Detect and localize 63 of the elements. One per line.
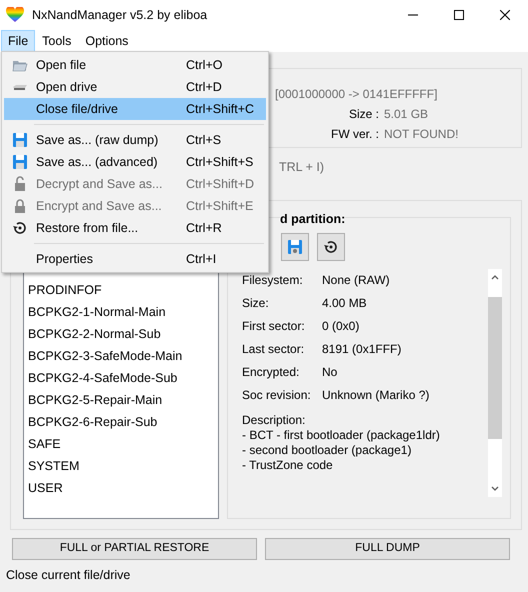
description-line: - BCT - first bootloader (package1ldr): [242, 428, 441, 443]
drive-icon: [12, 84, 28, 90]
save-button[interactable]: [281, 232, 309, 261]
menu-item[interactable]: Save as... (advanced) Ctrl+Shift+S: [4, 151, 266, 173]
minimize-icon[interactable]: [408, 14, 418, 16]
detail-value: No: [322, 364, 338, 382]
detail-value: 0 (0x0): [322, 318, 360, 336]
partition-item[interactable]: BCPKG2-6-Repair-Sub: [24, 411, 218, 433]
save-icon: [12, 132, 28, 148]
partition-item[interactable]: SYSTEM: [24, 455, 218, 477]
partition-item[interactable]: BCPKG2-1-Normal-Main: [24, 301, 218, 323]
padlock-icon: [12, 198, 28, 214]
restore-icon: [323, 238, 339, 255]
menu-item[interactable]: Restore from file... Ctrl+R: [4, 217, 266, 239]
menu-item[interactable]: Open file Ctrl+O: [4, 54, 266, 76]
detail-label: Last sector:: [242, 341, 306, 358]
detail-value: Unknown (Mariko ?): [322, 387, 430, 404]
detail-value: None (RAW): [322, 272, 390, 290]
partition-item[interactable]: BCPKG2-3-SafeMode-Main: [24, 345, 218, 367]
field-value: 5.01 GB: [384, 106, 428, 123]
description-line: - TrustZone code: [242, 458, 334, 473]
menu-item[interactable]: Tools: [35, 30, 78, 52]
field-label: FW ver. :: [330, 126, 380, 143]
menu-item[interactable]: Properties Ctrl+I: [4, 248, 266, 270]
partition-item[interactable]: SAFE: [24, 433, 218, 455]
detail-label: First sector:: [242, 318, 306, 336]
description-line: - second bootloader (package1): [242, 442, 412, 458]
action-button[interactable]: FULL or PARTIAL RESTORE: [12, 538, 257, 560]
scroll-up-icon[interactable]: [491, 274, 499, 280]
window-title: NxNandManager v5.2 by eliboa: [32, 6, 208, 24]
detail-label: Size:: [242, 295, 270, 312]
unlocked-padlock-icon: [12, 176, 28, 192]
status-text: Close current file/drive: [6, 567, 132, 584]
partition-item[interactable]: BCPKG2-2-Normal-Sub: [24, 323, 218, 345]
hint-text: TRL + I): [279, 159, 326, 176]
partition-item[interactable]: USER: [24, 477, 218, 499]
menu-item[interactable]: Options: [78, 30, 136, 52]
detail-label: Encrypted:: [242, 364, 300, 382]
scroll-thumb[interactable]: [488, 296, 502, 439]
save-icon: [12, 154, 28, 170]
description-line: Description:: [242, 412, 306, 428]
menu-item[interactable]: File: [1, 30, 36, 52]
detail-value: 8191 (0x1FFF): [322, 341, 402, 358]
scroll-down-icon[interactable]: [491, 486, 499, 492]
heart-icon: [6, 7, 24, 23]
save-icon: [287, 238, 303, 255]
detail-label: Filesystem:: [242, 272, 304, 290]
detail-label: Soc revision:: [242, 387, 312, 404]
scrollbar[interactable]: [488, 268, 502, 497]
sector-range: [0001000000 -> 0141EFFFFF]: [275, 86, 438, 103]
close-icon[interactable]: [500, 10, 510, 20]
detail-value: 4.00 MB: [322, 295, 367, 312]
partition-item[interactable]: BCPKG2-5-Repair-Main: [24, 389, 218, 411]
action-button[interactable]: FULL DUMP: [265, 538, 510, 560]
field-value: NOT FOUND!: [384, 126, 458, 143]
restore-icon: [12, 220, 28, 236]
menu-item[interactable]: Save as... (raw dump) Ctrl+S: [4, 129, 266, 151]
restore-button[interactable]: [317, 232, 345, 261]
menu-item[interactable]: Close file/drive Ctrl+Shift+C: [4, 98, 266, 120]
partition-item[interactable]: PRODINFOF: [24, 279, 218, 301]
partition-item[interactable]: BCPKG2-4-SafeMode-Sub: [24, 367, 218, 389]
menu-item[interactable]: Open drive Ctrl+D: [4, 76, 266, 98]
maximize-icon[interactable]: [454, 10, 464, 20]
